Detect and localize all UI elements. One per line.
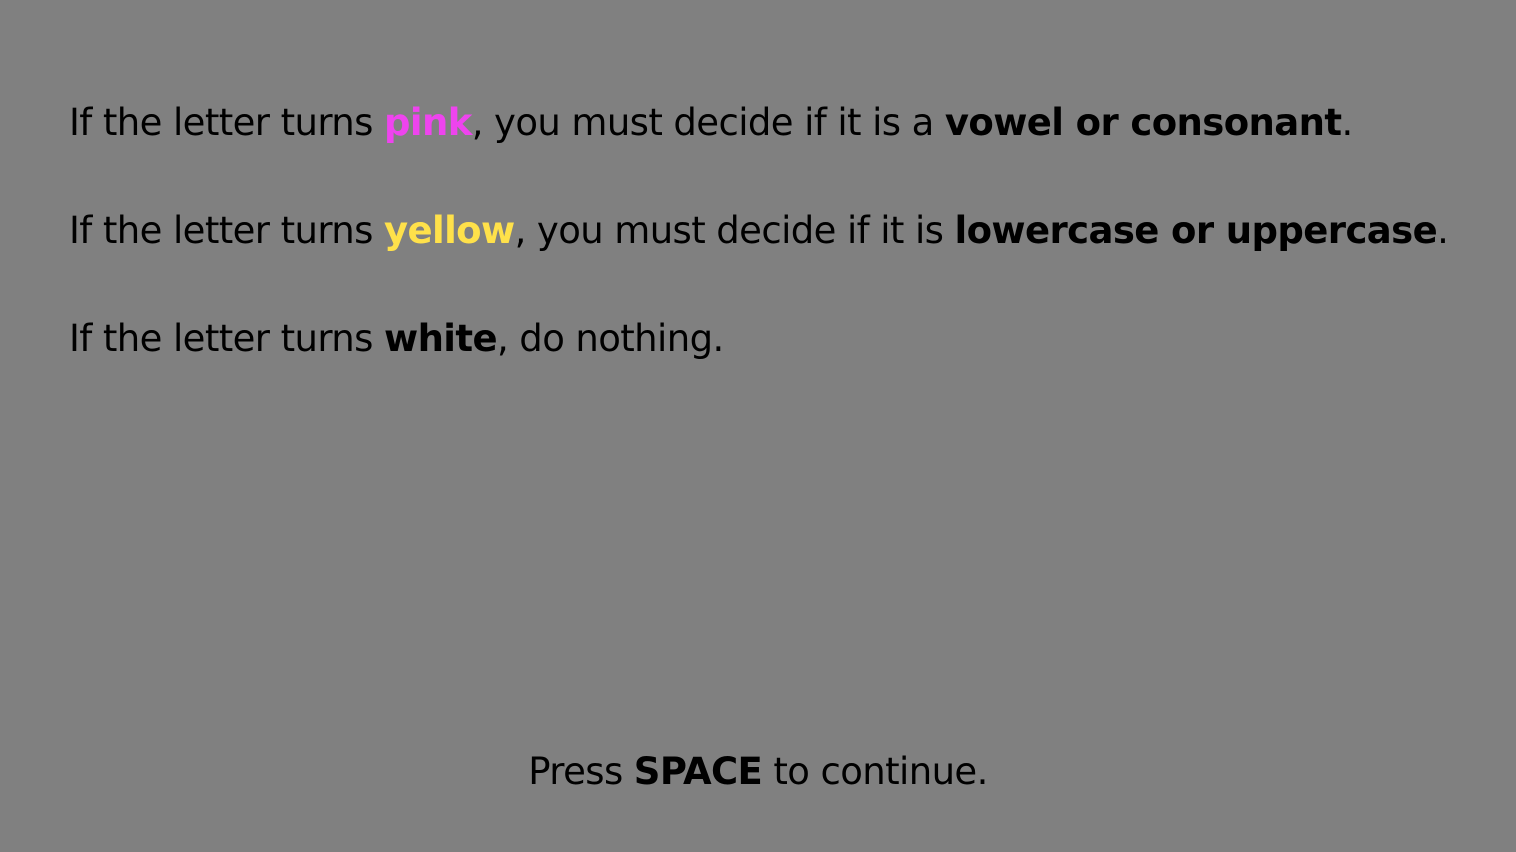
instruction-pink-prefix: If the letter turns [69, 101, 384, 144]
continue-prompt-prefix: Press [528, 750, 634, 793]
instruction-white-prefix: If the letter turns [69, 317, 384, 360]
space-key-label[interactable]: SPACE [634, 750, 763, 793]
task-lowercase-uppercase: lowercase or uppercase [954, 209, 1438, 252]
continue-prompt: Press SPACE to continue. [0, 747, 1516, 797]
task-vowel-consonant: vowel or consonant [944, 101, 1342, 144]
instruction-white-middle: , do nothing. [496, 317, 724, 360]
instruction-pink-middle: , you must decide if it is a [471, 101, 945, 144]
instruction-yellow: If the letter turns yellow, you must dec… [69, 206, 1449, 256]
instruction-yellow-middle: , you must decide if it is [514, 209, 955, 252]
instruction-yellow-prefix: If the letter turns [69, 209, 384, 252]
continue-prompt-suffix: to continue. [762, 750, 988, 793]
color-word-white: white [383, 317, 498, 360]
instruction-pink: If the letter turns pink, you must decid… [69, 98, 1353, 148]
instruction-screen: If the letter turns pink, you must decid… [0, 0, 1516, 852]
instruction-pink-suffix: . [1341, 101, 1353, 144]
instruction-white: If the letter turns white, do nothing. [69, 314, 724, 364]
color-word-pink: pink [383, 101, 472, 144]
color-word-yellow: yellow [383, 209, 515, 252]
instruction-yellow-suffix: . [1437, 209, 1449, 252]
